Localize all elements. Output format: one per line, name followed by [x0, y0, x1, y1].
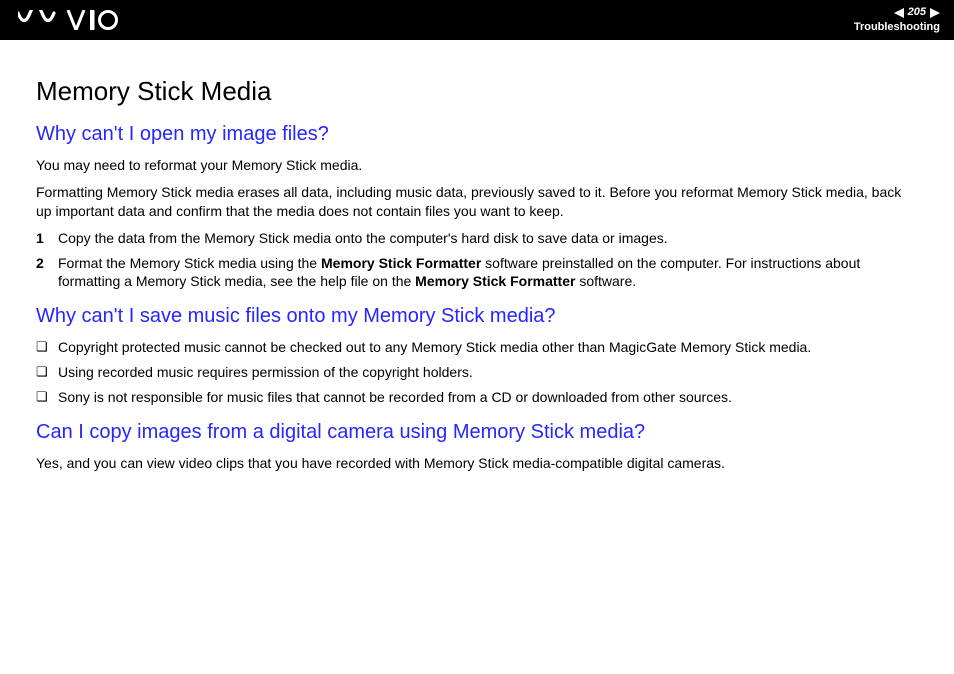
page-title: Memory Stick Media [36, 76, 918, 107]
list-item: ❏Using recorded music requires permissio… [36, 363, 918, 382]
header-right: 205 Troubleshooting [854, 6, 940, 33]
page-nav: 205 [854, 6, 940, 19]
body-text: You may need to reformat your Memory Sti… [36, 156, 918, 175]
question-heading: Can I copy images from a digital camera … [36, 421, 918, 444]
bullet-icon: ❏ [36, 363, 58, 382]
bullet-list: ❏Copyright protected music cannot be che… [36, 338, 918, 407]
question-heading: Why can't I open my image files? [36, 123, 918, 146]
bullet-text: Using recorded music requires permission… [58, 363, 918, 382]
bullet-text: Sony is not responsible for music files … [58, 388, 918, 407]
page-content: Memory Stick Media Why can't I open my i… [0, 40, 954, 473]
step-text: Copy the data from the Memory Stick medi… [58, 229, 918, 248]
list-item: ❏Copyright protected music cannot be che… [36, 338, 918, 357]
bullet-text: Copyright protected music cannot be chec… [58, 338, 918, 357]
body-text: Formatting Memory Stick media erases all… [36, 183, 918, 221]
list-item: 1 Copy the data from the Memory Stick me… [36, 229, 918, 248]
numbered-list: 1 Copy the data from the Memory Stick me… [36, 229, 918, 292]
next-page-icon[interactable] [930, 8, 940, 18]
body-text: Yes, and you can view video clips that y… [36, 454, 918, 473]
step-number: 1 [36, 229, 58, 248]
step-number: 2 [36, 254, 58, 292]
step-text: Format the Memory Stick media using the … [58, 254, 918, 292]
bullet-icon: ❏ [36, 338, 58, 357]
vaio-logo [18, 10, 118, 30]
page-number: 205 [908, 6, 926, 19]
bullet-icon: ❏ [36, 388, 58, 407]
section-label: Troubleshooting [854, 21, 940, 34]
list-item: 2 Format the Memory Stick media using th… [36, 254, 918, 292]
header-bar: 205 Troubleshooting [0, 0, 954, 40]
prev-page-icon[interactable] [894, 8, 904, 18]
question-heading: Why can't I save music files onto my Mem… [36, 305, 918, 328]
list-item: ❏Sony is not responsible for music files… [36, 388, 918, 407]
